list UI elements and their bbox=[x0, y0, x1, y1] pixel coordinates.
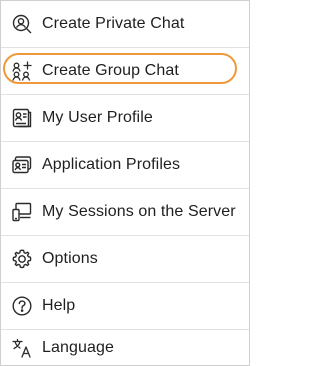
help-icon bbox=[11, 295, 33, 317]
menu-item-my-sessions[interactable]: My Sessions on the Server bbox=[1, 189, 249, 235]
menu-item-options[interactable]: Options bbox=[1, 236, 249, 282]
menu-item-help[interactable]: Help bbox=[1, 283, 249, 329]
menu-item-application-profiles[interactable]: Application Profiles bbox=[1, 142, 249, 188]
group-add-icon bbox=[11, 60, 33, 82]
person-search-icon bbox=[11, 13, 33, 35]
menu-item-label: Options bbox=[42, 250, 98, 267]
menu-item-label: Create Private Chat bbox=[42, 15, 185, 32]
menu-item-label: My Sessions on the Server bbox=[42, 203, 236, 220]
menu-item-label: My User Profile bbox=[42, 109, 153, 126]
context-menu: Create Private Chat Create Group Chat My… bbox=[0, 0, 250, 366]
menu-item-language[interactable]: Language bbox=[1, 330, 249, 365]
profile-card-icon bbox=[11, 107, 33, 129]
translate-icon bbox=[11, 337, 33, 359]
menu-item-label: Application Profiles bbox=[42, 156, 181, 173]
id-card-icon bbox=[11, 154, 33, 176]
menu-item-label: Help bbox=[42, 297, 76, 314]
menu-item-create-group-chat[interactable]: Create Group Chat bbox=[1, 48, 249, 94]
menu-item-create-private-chat[interactable]: Create Private Chat bbox=[1, 1, 249, 47]
menu-item-my-user-profile[interactable]: My User Profile bbox=[1, 95, 249, 141]
menu-item-label: Language bbox=[42, 338, 114, 356]
menu-item-label: Create Group Chat bbox=[42, 62, 179, 79]
gear-icon bbox=[11, 248, 33, 270]
devices-icon bbox=[11, 201, 33, 223]
